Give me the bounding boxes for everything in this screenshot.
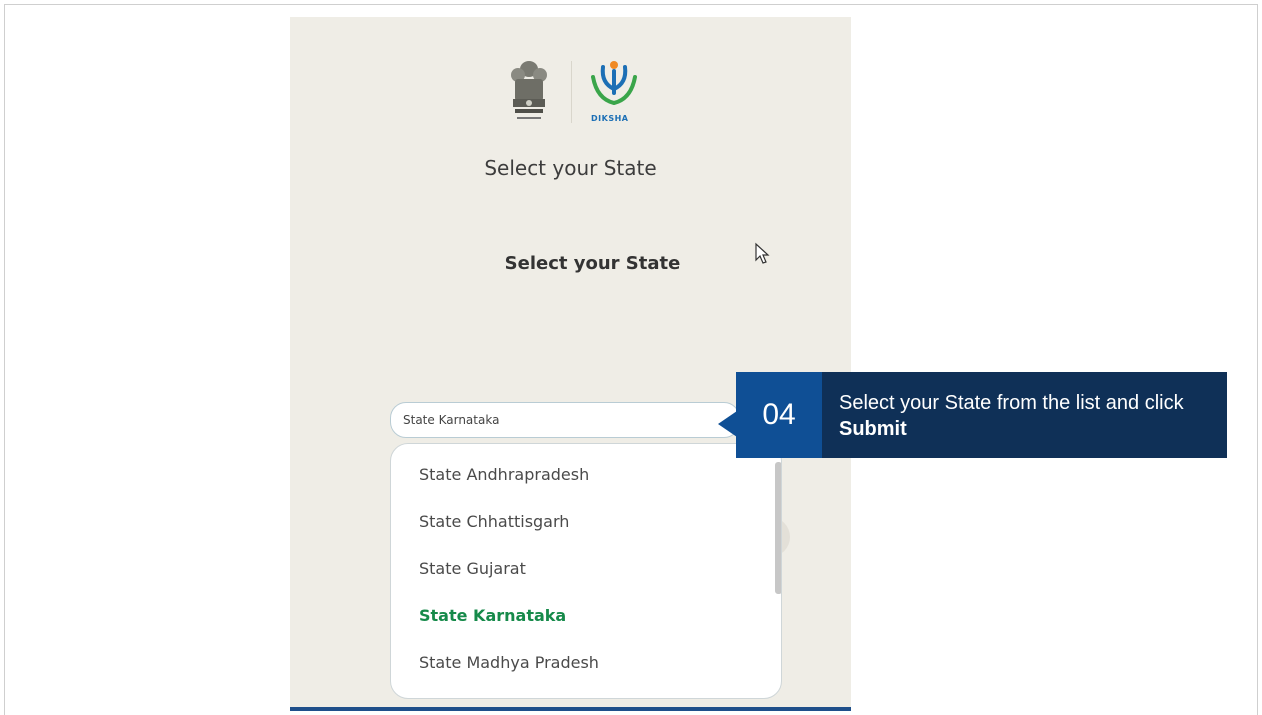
callout-text-main: Select your State from the list and clic… xyxy=(839,392,1184,414)
logo-group: DIKSHA xyxy=(507,59,642,129)
national-emblem-icon xyxy=(511,61,547,119)
callout-text-bold: Submit xyxy=(839,418,907,440)
callout-text: Select your State from the list and clic… xyxy=(839,390,1209,442)
diksha-wordmark: DIKSHA xyxy=(591,114,629,123)
app-bottom-bar xyxy=(290,707,851,711)
diksha-logo-icon xyxy=(591,61,637,106)
state-dropdown-list: State Andhrapradesh State Chhattisgarh S… xyxy=(390,443,782,699)
section-heading: Select your State xyxy=(504,253,681,274)
option-state-gujarat[interactable]: State Gujarat xyxy=(419,559,526,578)
logo-divider xyxy=(571,61,572,123)
tutorial-callout: 04 Select your State from the list and c… xyxy=(736,372,1227,458)
option-state-karnataka[interactable]: State Karnataka xyxy=(419,606,566,625)
callout-pointer xyxy=(718,411,737,437)
app-screen: DIKSHA Select your State Select your Sta… xyxy=(290,17,851,711)
state-select[interactable]: State Karnataka xyxy=(390,402,740,438)
option-state-madhya-pradesh[interactable]: State Madhya Pradesh xyxy=(419,653,599,672)
callout-step-number: 04 xyxy=(736,372,822,458)
dropdown-scrollbar[interactable] xyxy=(775,462,781,594)
option-state-chhattisgarh[interactable]: State Chhattisgarh xyxy=(419,512,569,531)
option-state-andhrapradesh[interactable]: State Andhrapradesh xyxy=(419,465,589,484)
page-title: Select your State xyxy=(484,156,657,180)
mouse-cursor-icon xyxy=(755,242,770,264)
